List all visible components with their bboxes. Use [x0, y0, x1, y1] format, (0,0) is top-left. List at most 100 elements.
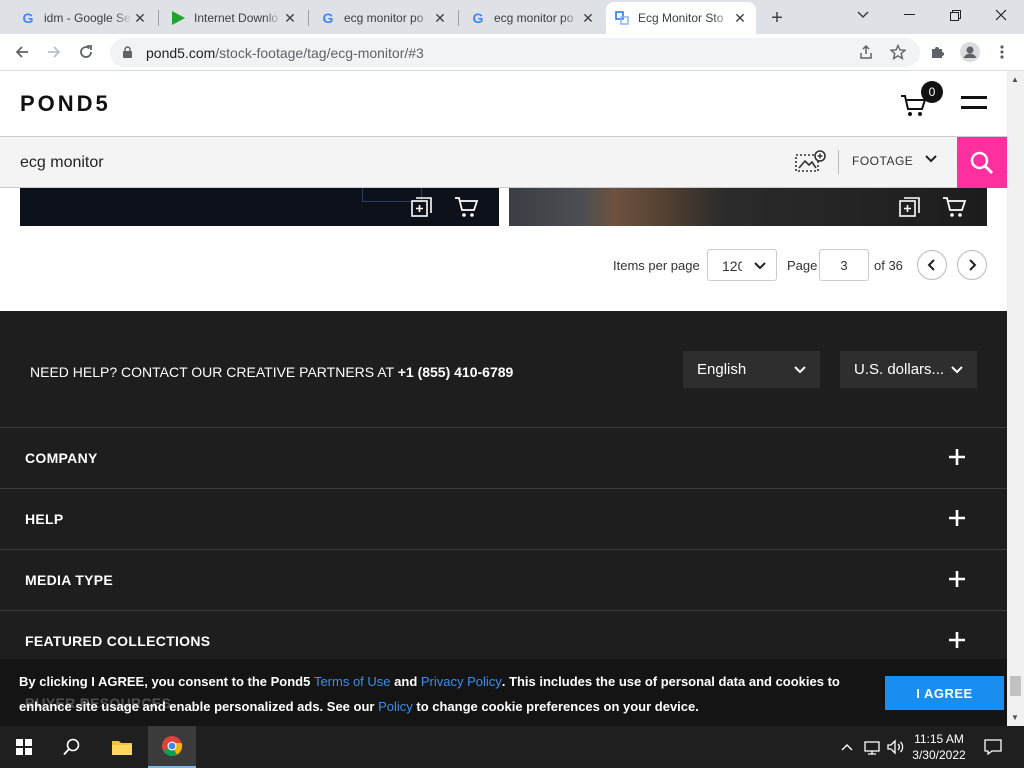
section-label: COMPANY — [25, 450, 98, 466]
volume-button[interactable] — [884, 726, 908, 768]
currency-select[interactable]: U.S. dollars... — [840, 351, 977, 388]
next-page-button[interactable] — [957, 250, 987, 280]
cookie-text-part: and — [390, 674, 421, 689]
close-icon[interactable]: ✕ — [432, 10, 448, 26]
hamburger-line — [961, 96, 987, 99]
taskbar-search-button[interactable] — [48, 726, 96, 768]
start-button[interactable] — [0, 726, 48, 768]
add-to-cart-icon[interactable] — [454, 195, 479, 219]
page-viewport: POND5 0 FOOTAGE — [0, 71, 1007, 726]
section-label: FEATURED COLLECTIONS — [25, 633, 211, 649]
google-icon: G — [22, 10, 34, 26]
close-icon[interactable]: ✕ — [732, 10, 748, 26]
share-button[interactable] — [852, 38, 880, 66]
back-button[interactable] — [8, 38, 36, 66]
video-thumbnail[interactable] — [20, 188, 499, 226]
bookmark-button[interactable] — [884, 38, 912, 66]
help-text: NEED HELP? CONTACT OUR CREATIVE PARTNERS… — [30, 364, 398, 380]
close-icon[interactable]: ✕ — [282, 10, 298, 26]
items-per-page-select[interactable]: 120 — [707, 249, 777, 281]
google-icon: G — [322, 10, 334, 26]
tab-google-idm[interactable]: G idm - Google Se ✕ — [12, 4, 156, 32]
previous-page-button[interactable] — [917, 250, 947, 280]
profile-button[interactable] — [956, 38, 984, 66]
help-phone-link[interactable]: +1 (855) 410-6789 — [398, 364, 514, 380]
clock-time: 11:15 AM — [914, 732, 964, 746]
cookie-text-part: to change cookie preferences on your dev… — [412, 699, 699, 714]
system-clock[interactable]: 11:15 AM 3/30/2022 — [910, 731, 968, 763]
lock-icon — [122, 46, 136, 60]
cookie-message: By clicking I AGREE, you consent to the … — [19, 669, 869, 719]
privacy-policy-link[interactable]: Privacy Policy — [421, 674, 502, 689]
page-scrollbar[interactable]: ▲ ▼ — [1007, 71, 1024, 726]
kebab-icon — [1000, 45, 1004, 59]
address-bar[interactable]: pond5.com/stock-footage/tag/ecg-monitor/… — [110, 38, 920, 67]
plus-icon — [949, 571, 965, 587]
cookie-policy-link[interactable]: Policy — [378, 699, 413, 714]
close-icon[interactable]: ✕ — [132, 10, 148, 26]
network-icon — [864, 741, 880, 755]
tab-pond5-active[interactable]: Ecg Monitor Sto ✕ — [606, 2, 756, 34]
image-search-icon — [795, 150, 826, 172]
pond5-logo[interactable]: POND5 — [20, 91, 111, 117]
add-to-collection-icon[interactable] — [898, 195, 922, 219]
close-icon[interactable]: ✕ — [580, 10, 596, 26]
tab-internet-download[interactable]: Internet Downlo ✕ — [162, 4, 306, 32]
star-icon — [890, 44, 906, 60]
windows-taskbar: 11:15 AM 3/30/2022 — [0, 726, 1024, 768]
chrome-taskbar-button[interactable] — [148, 726, 196, 768]
url-host: pond5.com — [146, 44, 216, 61]
total-pages-label: of 36 — [874, 258, 903, 273]
search-button[interactable] — [957, 137, 1007, 188]
chevron-down-icon — [857, 11, 869, 19]
terms-of-use-link[interactable]: Terms of Use — [314, 674, 391, 689]
restore-icon — [949, 9, 961, 21]
minimize-button[interactable] — [886, 0, 932, 30]
file-explorer-button[interactable] — [98, 726, 146, 768]
footer-section-media-type[interactable]: MEDIA TYPE — [0, 549, 1007, 610]
cart-button[interactable]: 0 — [900, 81, 943, 119]
menu-button[interactable] — [988, 38, 1016, 66]
forward-button[interactable] — [40, 38, 68, 66]
search-input[interactable] — [20, 151, 620, 175]
footer-section-help[interactable]: HELP — [0, 488, 1007, 549]
hamburger-menu-button[interactable] — [961, 96, 987, 110]
tab-ecg-google-1[interactable]: G ecg monitor po ✕ — [312, 4, 456, 32]
tab-title: Ecg Monitor Sto — [638, 11, 724, 25]
reload-icon — [80, 45, 92, 58]
share-icon — [860, 44, 872, 59]
arrow-left-icon — [15, 46, 28, 58]
page-number-input[interactable] — [819, 249, 869, 281]
add-to-collection-icon[interactable] — [410, 195, 434, 219]
speaker-icon — [887, 739, 904, 755]
new-tab-button[interactable]: + — [762, 4, 792, 32]
avatar-icon — [960, 42, 980, 62]
add-to-cart-icon[interactable] — [942, 195, 967, 219]
plus-icon: + — [771, 6, 783, 29]
video-thumbnail[interactable] — [509, 188, 987, 226]
tab-title: ecg monitor po — [344, 11, 424, 25]
close-window-button[interactable] — [978, 0, 1024, 30]
tab-search-button[interactable] — [840, 0, 886, 30]
footer-section-company[interactable]: COMPANY — [0, 427, 1007, 488]
network-button[interactable] — [860, 726, 884, 768]
chevron-down-icon — [794, 366, 806, 374]
extensions-button[interactable] — [924, 38, 952, 66]
tab-ecg-google-2[interactable]: G ecg monitor po ✕ — [462, 4, 604, 32]
reload-button[interactable] — [72, 38, 100, 66]
scroll-down-icon[interactable]: ▼ — [1011, 713, 1019, 722]
show-hidden-icons-button[interactable] — [836, 726, 858, 768]
language-select[interactable]: English — [683, 351, 820, 388]
agree-button[interactable]: I AGREE — [885, 676, 1004, 710]
restore-button[interactable] — [932, 0, 978, 30]
media-type-select[interactable]: FOOTAGE — [852, 154, 913, 168]
chrome-icon — [162, 736, 183, 757]
cart-count-badge: 0 — [921, 81, 943, 103]
chevron-down-icon[interactable] — [923, 151, 939, 167]
scroll-up-icon[interactable]: ▲ — [1011, 75, 1019, 84]
notification-icon — [984, 739, 1002, 755]
puzzle-icon — [932, 47, 944, 58]
notifications-button[interactable] — [978, 726, 1008, 768]
scrollbar-thumb[interactable] — [1010, 676, 1021, 696]
visual-search-button[interactable] — [795, 150, 827, 174]
